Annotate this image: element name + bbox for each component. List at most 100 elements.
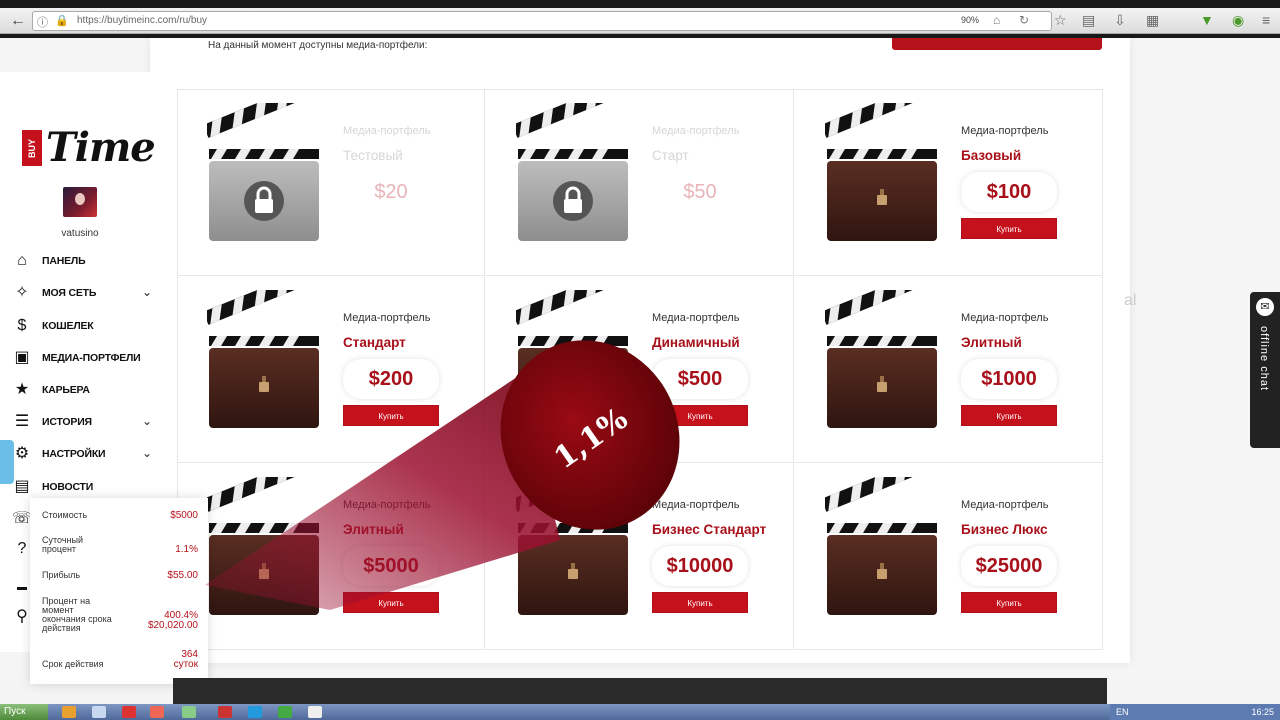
sidebar-item-portfolios[interactable]: ▣ Медиа-портфели xyxy=(10,347,152,369)
avatar[interactable] xyxy=(63,187,97,217)
portfolio-name: Бизнес Стандарт xyxy=(652,522,767,537)
briefcase-icon: ▣ xyxy=(14,349,30,366)
buy-button[interactable]: Купить xyxy=(652,405,748,426)
sidebar-item-career[interactable]: ★ Карьера xyxy=(10,379,152,401)
sidebar-item-label: Карьера xyxy=(42,384,90,396)
download-icon[interactable]: ⇩ xyxy=(1114,12,1126,29)
address-bar[interactable]: ⓘ 🔒 https://buytimeinc.com/ru/buy 90% ⌂ … xyxy=(32,11,1052,31)
taskbar-app-icon[interactable] xyxy=(308,706,322,718)
sidebar-item-news[interactable]: ▤ Новости xyxy=(10,476,152,498)
gears-icon: ⚙ xyxy=(14,445,30,462)
reload-icon[interactable]: ↻ xyxy=(1019,13,1029,27)
addon-circle-icon[interactable]: ◉ xyxy=(1232,12,1244,29)
taskbar-app-icon[interactable] xyxy=(122,706,136,718)
bookmark-star-icon[interactable]: ☆ xyxy=(1054,12,1067,29)
addon-icon[interactable]: ▼ xyxy=(1200,12,1214,28)
briefcase-clapper-icon xyxy=(516,477,628,615)
logo-text[interactable]: Time xyxy=(46,124,156,171)
buy-button[interactable]: Купить xyxy=(961,218,1057,239)
buy-button[interactable]: Купить xyxy=(343,592,439,613)
sidebar-item-settings[interactable]: ⚙ Настройки ⌄ xyxy=(10,443,152,465)
menu-icon[interactable]: ≡ xyxy=(1262,12,1270,28)
chat-bubble-icon: ✉ xyxy=(1256,298,1274,316)
taskbar-app-icon[interactable] xyxy=(278,706,292,718)
skype-tab[interactable] xyxy=(0,440,14,484)
sidebar-item-label: Настройки xyxy=(42,448,106,460)
sidebar-item-network[interactable]: ✧ Моя сеть ⌄ xyxy=(10,282,152,304)
search-icon[interactable]: ⚲ xyxy=(12,606,32,626)
available-portfolios-note: На данный момент доступны медиа-портфели… xyxy=(208,40,428,51)
popup-label: Срок действия xyxy=(42,659,104,669)
popup-label: Суточный процент xyxy=(42,535,83,554)
sidebar-item-wallet[interactable]: $ Кошелек xyxy=(10,315,152,337)
back-arrow-icon[interactable]: ← xyxy=(8,11,28,31)
portfolio-kicker: Медиа-портфель xyxy=(652,499,740,511)
buy-button[interactable]: Купить xyxy=(343,405,439,426)
briefcase-clapper-icon xyxy=(207,477,319,615)
reading-list-icon[interactable]: ▤ xyxy=(1082,12,1095,29)
portfolio-kicker: Медиа-портфель xyxy=(343,499,431,511)
top-action-button[interactable] xyxy=(892,38,1102,50)
portfolio-kicker: Медиа-портфель xyxy=(961,125,1049,137)
chevron-down-icon: ⌄ xyxy=(141,414,152,428)
portfolio-name: Бизнес Люкс xyxy=(961,522,1048,537)
extension-icon[interactable]: ▦ xyxy=(1146,12,1159,29)
buy-button[interactable]: Купить xyxy=(961,405,1057,426)
system-tray: EN 16:25 xyxy=(1110,704,1280,720)
zoom-level[interactable]: 90% xyxy=(961,15,979,25)
briefcase-clapper-icon xyxy=(825,290,937,428)
network-icon: ✧ xyxy=(15,284,29,301)
popup-value: 1.1% xyxy=(175,544,198,555)
dollar-icon: $ xyxy=(17,317,27,334)
taskbar-app-icon[interactable] xyxy=(150,706,164,718)
popup-value: 364 суток xyxy=(173,649,198,670)
portfolio-price: $200 xyxy=(343,359,439,399)
home-icon: ⌂ xyxy=(17,252,27,269)
portfolio-card: Медиа-портфель Динамичный $500 Купить xyxy=(486,276,794,463)
taskbar-app-icon[interactable] xyxy=(248,706,262,718)
popup-label: Процент на момент окончания срока действ… xyxy=(42,596,112,633)
language-flag-icon[interactable]: ▬ xyxy=(12,582,32,602)
chevron-down-icon: ⌄ xyxy=(141,446,152,460)
star-icon: ★ xyxy=(14,381,30,398)
portfolio-name: Элитный xyxy=(961,335,1022,350)
portfolio-kicker: Медиа-портфель xyxy=(652,312,740,324)
logo-badge[interactable]: BUY xyxy=(22,130,42,166)
sidebar-item-label: Панель xyxy=(42,255,86,267)
buy-button[interactable]: Купить xyxy=(652,592,748,613)
portfolio-name: Стандарт xyxy=(343,335,406,350)
portfolio-price: $5000 xyxy=(343,546,439,586)
help-icon[interactable]: ? xyxy=(12,540,32,560)
briefcase-clapper-icon xyxy=(516,290,628,428)
taskbar-app-icon[interactable] xyxy=(218,706,232,718)
buy-button[interactable]: Купить xyxy=(961,592,1057,613)
browser-chrome: ← ⓘ 🔒 https://buytimeinc.com/ru/buy 90% … xyxy=(0,0,1280,38)
portfolio-name: Тестовый xyxy=(343,148,403,163)
background-ghost-text: al xyxy=(1124,292,1137,309)
portfolio-grid: Медиа-портфель Тестовый $20 Медиа-портфель С… xyxy=(177,89,1103,650)
start-button[interactable]: Пуск xyxy=(0,704,48,720)
home-icon[interactable]: ⌂ xyxy=(993,13,1000,27)
offline-chat-tab[interactable]: ✉ offline chat xyxy=(1250,292,1280,448)
support-icon[interactable]: ☏ xyxy=(12,508,32,528)
info-icon[interactable]: ⓘ xyxy=(37,14,48,30)
portfolio-kicker: Медиа-портфель xyxy=(343,125,431,137)
portfolio-price: $50 xyxy=(652,172,748,212)
address-url[interactable]: https://buytimeinc.com/ru/buy xyxy=(77,15,207,26)
taskbar-app-icon[interactable] xyxy=(62,706,76,718)
taskbar-app-icon[interactable] xyxy=(92,706,106,718)
locked-briefcase-icon xyxy=(516,103,628,241)
portfolio-card: Медиа-портфель Элитный $1000 Купить xyxy=(795,276,1103,463)
sidebar-item-panel[interactable]: ⌂ Панель xyxy=(10,250,152,272)
clock: 16:25 xyxy=(1251,707,1274,717)
portfolio-kicker: Медиа-портфель xyxy=(961,499,1049,511)
briefcase-clapper-icon xyxy=(825,477,937,615)
sidebar-item-label: Медиа-портфели xyxy=(42,352,141,364)
popup-label: Стоимость xyxy=(42,510,88,520)
language-indicator[interactable]: EN xyxy=(1116,704,1129,720)
list-icon: ☰ xyxy=(14,413,30,430)
taskbar-app-icon[interactable] xyxy=(182,706,196,718)
portfolio-price: $10000 xyxy=(652,546,748,586)
os-taskbar: Пуск EN 16:25 xyxy=(0,704,1280,720)
sidebar-item-history[interactable]: ☰ История ⌄ xyxy=(10,411,152,433)
